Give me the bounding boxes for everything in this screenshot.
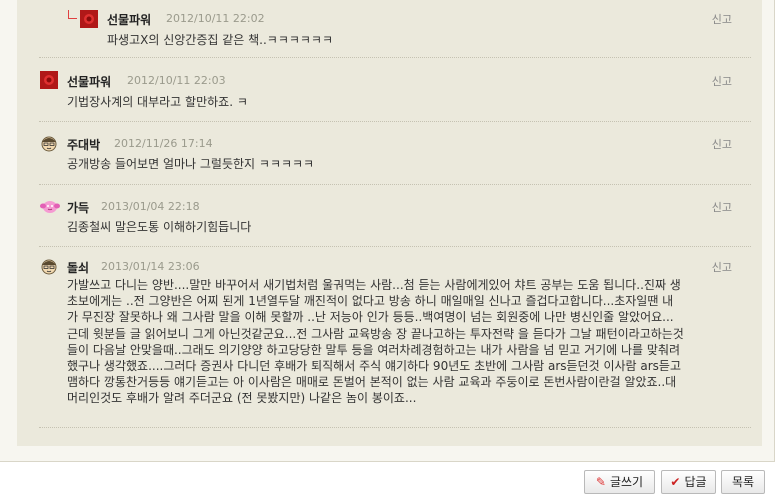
comment-panel: 선물파워 2012/10/11 22:02 신고 파생고X의 신앙간증집 같은 …: [0, 0, 775, 462]
comment-text-line: 맴하다 깡통찬거등등 얘기듣고는 아 이사람은 매매로 돈벌어 본적이 없는 사…: [67, 375, 677, 390]
comment-text: 기법장사계의 대부라고 할만하죠. ㅋ: [67, 95, 248, 109]
reply-button-label: 답글: [684, 475, 707, 489]
comment-item: 선물파워 2012/10/11 22:03 신고 기법장사계의 대부라고 할만하…: [17, 58, 762, 118]
comment-text-line: 근데 윗분들 글 읽어보니 그게 아닌것같군요...전 그사람 교육방송 장 끝…: [67, 326, 684, 341]
face-avatar-icon: [40, 257, 58, 275]
list-button[interactable]: 목록: [721, 470, 765, 494]
list-button-label: 목록: [731, 475, 755, 489]
comment-divider: [39, 427, 751, 428]
comment-date: 2012/10/11 22:02: [166, 12, 265, 25]
comment-date: 2013/01/04 22:18: [101, 200, 200, 213]
report-link[interactable]: 신고: [712, 259, 732, 275]
comment-text: 파생고X의 신앙간증집 같은 책..ㅋㅋㅋㅋㅋㅋ: [107, 33, 334, 47]
comment-item: 가득 2013/01/04 22:18 신고 김종철씨 말은도통 이해하기힘듭니…: [17, 185, 762, 245]
comment-date: 2013/01/14 23:06: [101, 260, 200, 273]
comment-item: 선물파워 2012/10/11 22:02 신고 파생고X의 신앙간증집 같은 …: [17, 0, 762, 55]
comment-author[interactable]: 선물파워: [67, 73, 111, 90]
comment-author[interactable]: 돌쇠: [67, 259, 89, 276]
report-link[interactable]: 신고: [712, 199, 732, 215]
comment-text: 김종철씨 말은도통 이해하기힘듭니다: [67, 220, 252, 234]
comment-date: 2012/11/26 17:14: [114, 137, 213, 150]
comment-text-line: 가발쓰고 다니는 양반....말만 바꾸어서 새기법처럼 울궈먹는 사람...첨…: [67, 278, 681, 292]
comment-author[interactable]: 가득: [67, 199, 89, 216]
check-icon: ✔: [670, 475, 681, 489]
comment-text: 공개방송 들어보면 얼마나 그럴듯한지 ㅋㅋㅋㅋㅋ: [67, 157, 315, 171]
comment-text-line: 들이 다음날 안맞을때..그래도 의기양양 하고당당한 말투 등을 여러차례경험…: [67, 342, 681, 357]
reply-button[interactable]: ✔ 답글: [661, 470, 716, 494]
report-link[interactable]: 신고: [712, 136, 732, 152]
comment-list: 선물파워 2012/10/11 22:02 신고 파생고X의 신앙간증집 같은 …: [17, 0, 762, 446]
reply-arrow-icon: [68, 10, 77, 19]
comment-item: 돌쇠 2013/01/14 23:06 신고 가발쓰고 다니는 양반....말만…: [17, 247, 762, 427]
comment-item: 주대박 2012/11/26 17:14 신고 공개방송 들어보면 얼마나 그럴…: [17, 122, 762, 182]
comment-text-line: 가 무진장 잘못하나 왜 그사람 말을 이해 못할까 ..난 저능아 인가 등등…: [67, 310, 674, 325]
comment-author[interactable]: 주대박: [67, 136, 100, 153]
comment-text-line: 초보에게는 ..전 그양반은 어찌 된게 1년열두달 깨진적이 없다고 방송 하…: [67, 294, 674, 309]
comment-text-line: 머리인것도 후배가 알려 주더군요 (전 못봤지만) 나같은 놈이 봉이죠...: [67, 391, 417, 406]
comment-text: 가발쓰고 다니는 양반....말만 바꾸어서 새기법처럼 울궈먹는 사람...첨…: [67, 277, 735, 407]
pink-character-avatar-icon: [40, 197, 60, 215]
rose-avatar-icon: [40, 71, 58, 89]
report-link[interactable]: 신고: [712, 11, 732, 27]
comment-date: 2012/10/11 22:03: [127, 74, 226, 87]
comment-text-line: 했구나 생각했죠....그러다 증권사 다니던 후배가 퇴직해서 주식 얘기하다…: [67, 359, 681, 374]
comment-author[interactable]: 선물파워: [107, 11, 151, 28]
write-button-label: 글쓰기: [609, 475, 644, 489]
pencil-icon: ✎: [595, 475, 606, 489]
report-link[interactable]: 신고: [712, 73, 732, 89]
rose-avatar-icon: [80, 10, 98, 28]
face-avatar-icon: [40, 134, 58, 152]
write-button[interactable]: ✎ 글쓰기: [584, 470, 655, 494]
